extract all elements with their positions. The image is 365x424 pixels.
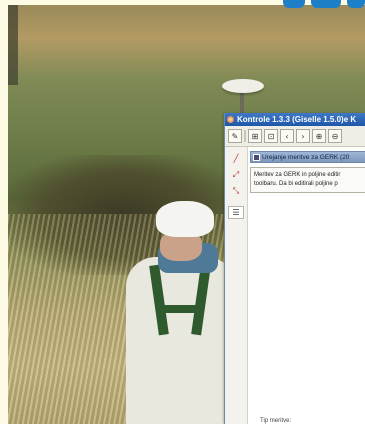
panel-header[interactable]: Urejanje meritve za GERK (20 xyxy=(250,151,365,163)
zoom-box-icon[interactable]: ⊡ xyxy=(264,129,278,143)
app-window: Kontrole 1.3.3 (Giselle 1.5.0)e K ✎ ⊞ ⊡ … xyxy=(224,113,365,424)
person-strap-cross xyxy=(158,305,204,313)
list-icon[interactable]: ☰ xyxy=(228,206,244,219)
edit-panel: Urejanje meritve za GERK (20 Meritev za … xyxy=(248,147,365,424)
zoom-out-icon[interactable]: ⊖ xyxy=(328,129,342,143)
photo-post xyxy=(8,5,18,85)
pencil-icon[interactable]: ✎ xyxy=(228,129,242,143)
edit-vertex-icon[interactable]: ⤢ xyxy=(228,168,244,181)
info-line-1: Meritev za GERK in poljine editir xyxy=(254,172,341,178)
brand-logo xyxy=(265,0,365,8)
split-line-icon[interactable]: ⤡ xyxy=(228,184,244,197)
back-icon[interactable]: ‹ xyxy=(280,129,294,143)
person-hat xyxy=(156,201,214,237)
panel-title: Urejanje meritve za GERK (20 xyxy=(262,153,350,161)
panel-icon xyxy=(253,153,260,161)
tool-sidebar: ╱ ⤢ ⤡ ☰ xyxy=(225,147,248,424)
main-toolbar: ✎ ⊞ ⊡ ‹ › ⊕ ⊖ xyxy=(225,126,365,147)
zoom-layer-icon[interactable]: ⊞ xyxy=(248,129,262,143)
window-title: Kontrole 1.3.3 (Giselle 1.5.0)e K xyxy=(237,115,357,124)
toolbar-separator xyxy=(244,130,246,142)
measurement-type-label: Tip meritve: xyxy=(260,418,292,424)
info-line-2: toolbaru. Da bi editirali poljine p xyxy=(254,181,338,187)
app-icon xyxy=(227,116,234,123)
info-box: Meritev za GERK in poljine editir toolba… xyxy=(250,167,365,193)
draw-line-icon[interactable]: ╱ xyxy=(228,152,244,165)
window-titlebar[interactable]: Kontrole 1.3.3 (Giselle 1.5.0)e K xyxy=(225,113,365,126)
gps-antenna xyxy=(222,79,264,93)
window-content: ╱ ⤢ ⤡ ☰ Urejanje meritve za GERK (20 Mer… xyxy=(225,147,365,424)
person-body xyxy=(126,257,236,424)
zoom-in-icon[interactable]: ⊕ xyxy=(312,129,326,143)
forward-icon[interactable]: › xyxy=(296,129,310,143)
